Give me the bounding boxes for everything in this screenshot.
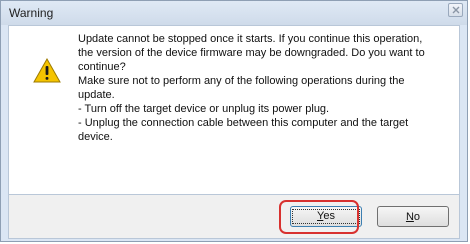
message-line: - Unplug the connection cable between th… — [78, 117, 409, 129]
close-button[interactable] — [448, 3, 463, 17]
warning-icon — [33, 58, 61, 83]
message-line: Make sure not to perform any of the foll… — [78, 75, 405, 87]
no-mnemonic: N — [405, 210, 414, 223]
close-icon — [452, 6, 460, 14]
message-line: continue? — [78, 61, 126, 73]
message-line: Update cannot be stopped once it starts.… — [78, 33, 423, 45]
message-text: Update cannot be stopped once it starts.… — [78, 32, 454, 144]
yes-button-highlight — [279, 200, 359, 234]
dialog-title: Warning — [9, 6, 54, 20]
message-line: update. — [78, 89, 115, 101]
title-bar: Warning — [1, 1, 467, 25]
message-line: the version of the device firmware may b… — [78, 47, 425, 59]
no-button[interactable]: No — [377, 206, 449, 227]
warning-dialog: Warning Update cannot be stopped once it… — [0, 0, 468, 242]
button-bar: Yes No — [8, 195, 460, 239]
message-line: - Turn off the target device or unplug i… — [78, 103, 330, 115]
no-label-rest: o — [413, 210, 421, 223]
message-line: device. — [78, 131, 113, 143]
no-button-label: No — [406, 211, 420, 223]
message-area: Update cannot be stopped once it starts.… — [8, 25, 460, 195]
